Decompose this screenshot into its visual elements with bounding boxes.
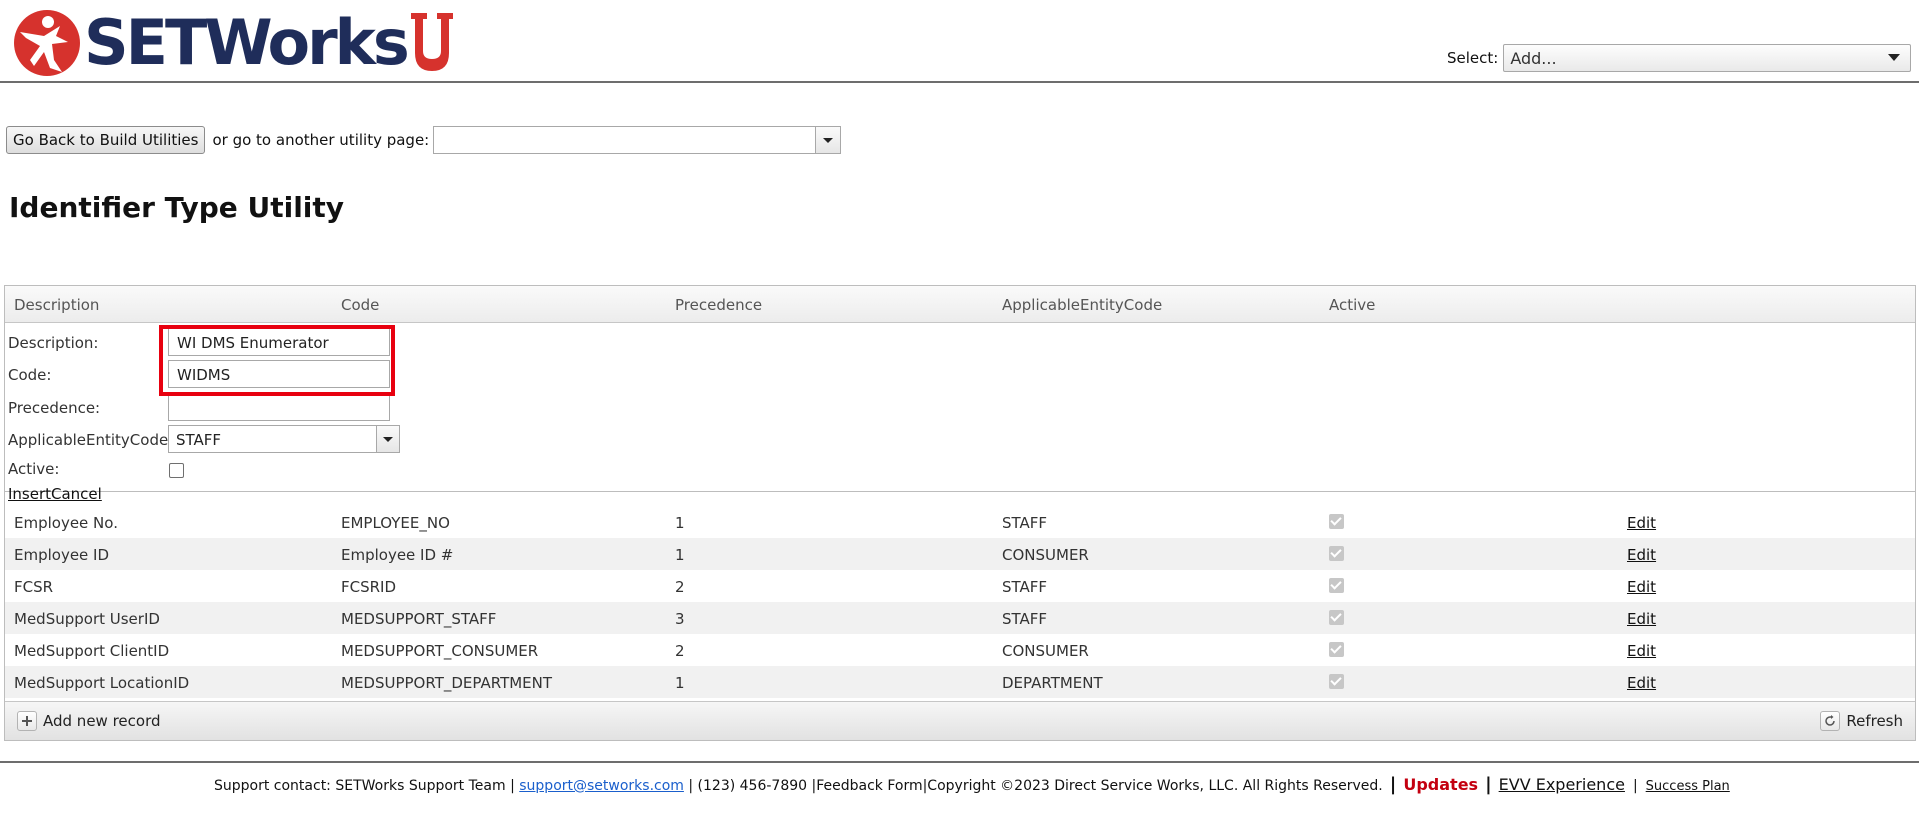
cell-description: FCSR [14,578,54,596]
active-label: Active: [8,460,60,478]
insert-link[interactable]: Insert [8,485,51,503]
active-checkbox[interactable] [169,463,184,478]
updates-link[interactable]: Updates [1403,775,1478,794]
other-utility-label: or go to another utility page: [212,131,430,149]
edit-link[interactable]: Edit [1627,674,1656,692]
edit-link[interactable]: Edit [1627,514,1656,532]
add-select-value: Add... [1510,49,1557,68]
active-checkbox-disabled [1329,642,1344,657]
table-row: MedSupport UserID MEDSUPPORT_STAFF 3 STA… [5,602,1915,634]
cell-entity-code: DEPARTMENT [1002,674,1103,692]
refresh-label: Refresh [1846,712,1903,730]
add-new-record-button[interactable]: Add new record [17,711,161,731]
success-plan-link[interactable]: Success Plan [1646,779,1730,794]
add-new-record-label: Add new record [43,712,161,730]
active-checkbox-disabled [1329,546,1344,561]
precedence-label: Precedence: [8,399,101,417]
cell-code: Employee ID # [341,546,454,564]
setworks-person-icon [14,10,80,76]
grid-header: Description Code Precedence ApplicableEn… [5,286,1915,323]
cell-precedence: 1 [675,546,685,564]
cell-entity-code: CONSUMER [1002,642,1089,660]
cell-precedence: 3 [675,610,685,628]
plus-icon [17,711,37,731]
edit-link[interactable]: Edit [1627,642,1656,660]
page-title: Identifier Type Utility [9,191,345,224]
active-checkbox-disabled [1329,674,1344,689]
edit-link[interactable]: Edit [1627,546,1656,564]
refresh-icon [1820,711,1841,731]
active-checkbox-disabled [1329,578,1344,593]
active-checkbox-disabled [1329,610,1344,625]
chevron-down-icon[interactable] [376,426,399,452]
column-header-active[interactable]: Active [1329,296,1375,314]
cell-description: Employee ID [14,546,110,564]
edit-link[interactable]: Edit [1627,578,1656,596]
cell-entity-code: CONSUMER [1002,546,1089,564]
header-select-area: Select: Add... [1447,44,1912,72]
column-header-description[interactable]: Description [14,296,99,314]
cell-precedence: 2 [675,578,685,596]
identifier-type-grid: Description Code Precedence ApplicableEn… [4,285,1916,741]
footer-separator: | [1632,778,1638,794]
grid-footer: Add new record Refresh [5,701,1915,740]
cell-precedence: 2 [675,642,685,660]
support-contact-text: Support contact: SETWorks Support Team | [214,778,515,794]
precedence-field[interactable] [168,393,390,421]
table-row: MedSupport LocationID MEDSUPPORT_DEPARTM… [5,666,1915,698]
description-field[interactable]: WI DMS Enumerator [168,328,390,356]
evv-experience-link[interactable]: EVV Experience [1499,775,1625,794]
cell-precedence: 1 [675,674,685,692]
page-footer: Support contact: SETWorks Support Team |… [0,761,1919,817]
cell-entity-code: STAFF [1002,610,1048,628]
support-email-link[interactable]: support@setworks.com [519,778,684,794]
footer-copyright-text: | (123) 456-7890 |Feedback Form|Copyrigh… [688,778,1383,794]
logo-u-mark [410,13,453,71]
table-row: MedSupport ClientID MEDSUPPORT_CONSUMER … [5,634,1915,666]
cell-description: MedSupport LocationID [14,674,190,692]
edit-link[interactable]: Edit [1627,610,1656,628]
entity-code-label: ApplicableEntityCode: [8,431,174,449]
chevron-down-icon [1888,54,1901,61]
insert-form: Description: WI DMS Enumerator Code: WID… [5,323,1915,503]
footer-separator: | [1485,774,1492,795]
entity-code-dropdown[interactable]: STAFF [168,425,400,453]
cell-entity-code: STAFF [1002,514,1048,532]
footer-separator: | [1389,774,1397,795]
column-header-entity-code[interactable]: ApplicableEntityCode [1002,296,1162,314]
add-select-dropdown[interactable]: Add... [1503,44,1912,72]
footer-line: Support contact: SETWorks Support Team |… [214,774,1730,795]
table-row: Employee No. EMPLOYEE_NO 1 STAFF Edit [5,506,1915,538]
description-label: Description: [8,334,99,352]
select-label: Select: [1447,49,1499,67]
cell-precedence: 1 [675,514,685,532]
cancel-link[interactable]: Cancel [51,485,102,503]
cell-code: EMPLOYEE_NO [341,514,450,532]
code-field[interactable]: WIDMS [168,360,390,388]
go-back-button[interactable]: Go Back to Build Utilities [6,126,206,154]
utility-page-combobox[interactable] [433,126,842,154]
cell-description: MedSupport UserID [14,610,160,628]
refresh-button[interactable]: Refresh [1820,711,1903,731]
table-row: FCSR FCSRID 2 STAFF Edit [5,570,1915,602]
cell-description: Employee No. [14,514,118,532]
entity-code-value: STAFF [176,431,222,449]
cell-code: FCSRID [341,578,397,596]
table-row: Employee ID Employee ID # 1 CONSUMER Edi… [5,538,1915,570]
chevron-down-icon[interactable] [815,127,841,153]
cell-description: MedSupport ClientID [14,642,170,660]
cell-code: MEDSUPPORT_CONSUMER [341,642,539,660]
setworks-logo[interactable]: SETWorks [12,8,455,78]
cell-entity-code: STAFF [1002,578,1048,596]
logo-wordmark: SETWorks [84,6,410,79]
column-header-precedence[interactable]: Precedence [675,296,762,314]
utility-nav: Go Back to Build Utilities or go to anot… [6,126,842,154]
code-label: Code: [8,366,52,384]
app-header: SETWorks Select: Add... [0,0,1919,83]
cell-code: MEDSUPPORT_DEPARTMENT [341,674,553,692]
cell-code: MEDSUPPORT_STAFF [341,610,497,628]
active-checkbox-disabled [1329,514,1344,529]
column-header-code[interactable]: Code [341,296,379,314]
